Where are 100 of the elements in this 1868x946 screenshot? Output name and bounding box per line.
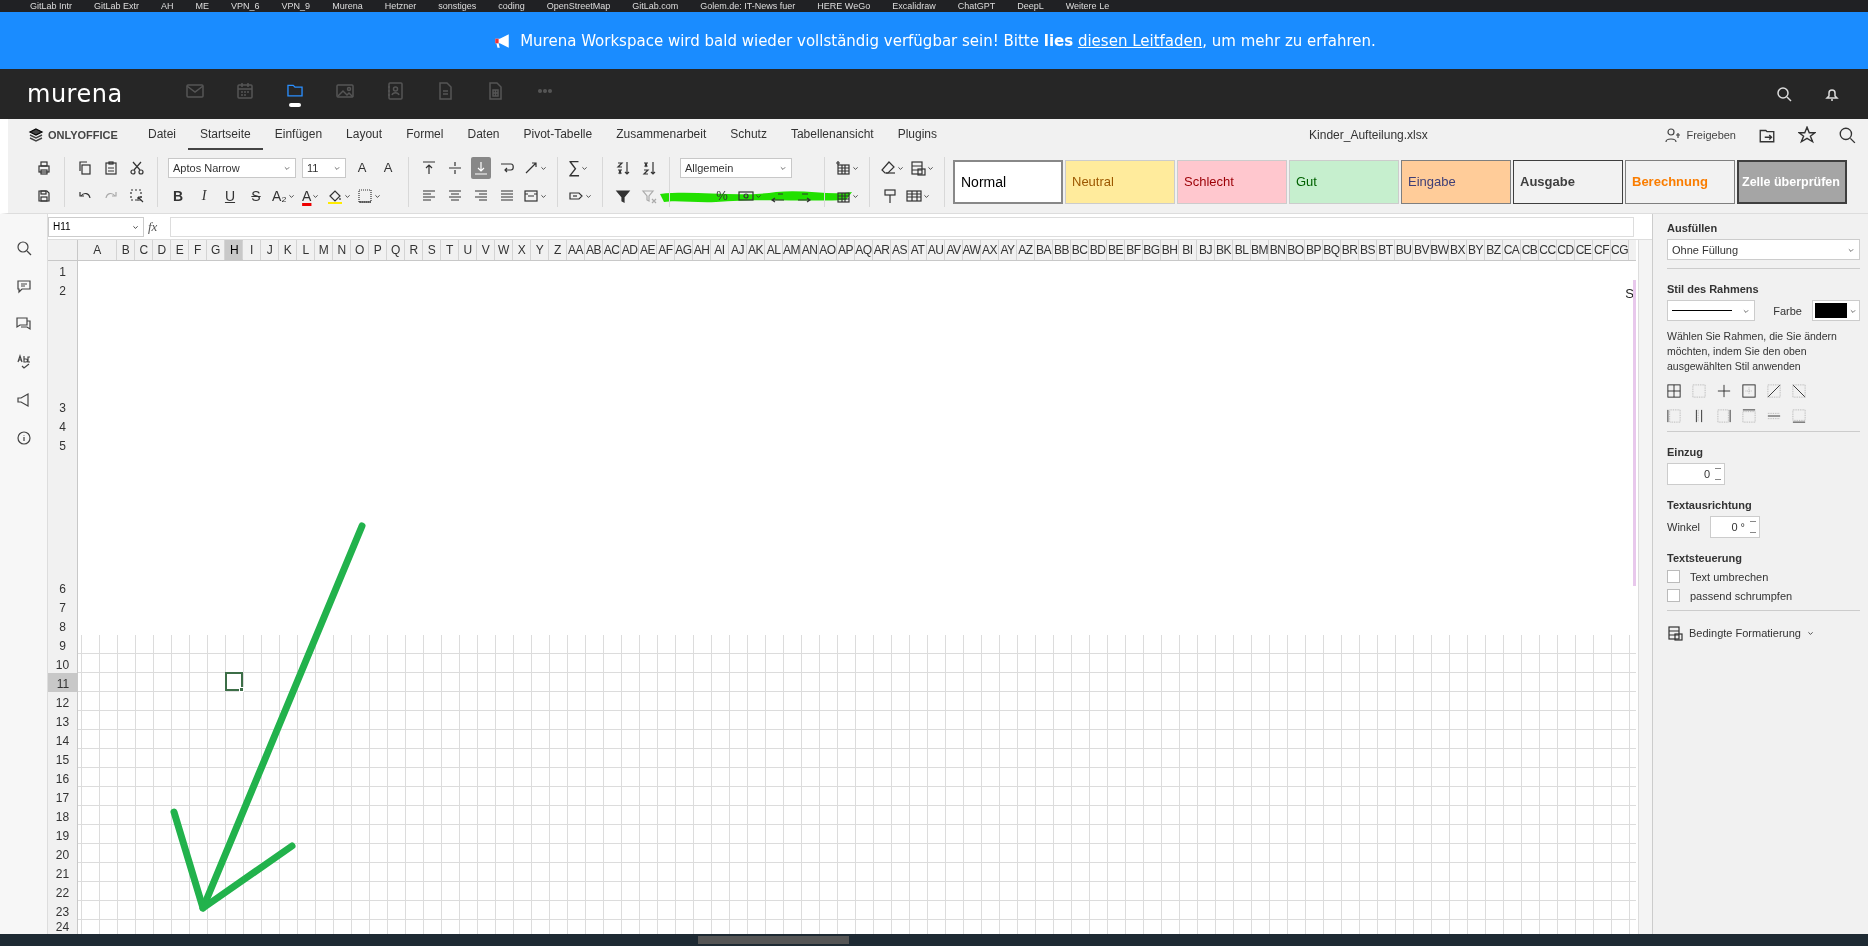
- column-header[interactable]: AB: [585, 240, 603, 260]
- column-header[interactable]: BW: [1431, 240, 1449, 260]
- scrollbar-thumb[interactable]: [698, 936, 849, 944]
- column-header[interactable]: CD: [1557, 240, 1575, 260]
- row-header[interactable]: 9: [48, 635, 78, 654]
- column-header[interactable]: AA: [567, 240, 585, 260]
- formula-input[interactable]: [170, 216, 1634, 237]
- cell-style[interactable]: Schlecht: [1177, 159, 1287, 204]
- underline-button[interactable]: U: [220, 184, 240, 207]
- selected-cell[interactable]: [225, 672, 243, 691]
- line-style-dropdown[interactable]: [1667, 300, 1756, 321]
- column-header[interactable]: AX: [981, 240, 999, 260]
- indent-spinner[interactable]: 0: [1667, 463, 1725, 485]
- diagonal-up-icon[interactable]: [1767, 384, 1781, 398]
- fill-dropdown[interactable]: Ohne Füllung: [1667, 239, 1860, 260]
- column-header[interactable]: BH: [1161, 240, 1179, 260]
- align-bottom-button[interactable]: [471, 156, 491, 179]
- row-header[interactable]: 16: [48, 768, 78, 787]
- column-header[interactable]: BX: [1449, 240, 1467, 260]
- column-header[interactable]: Z: [549, 240, 567, 260]
- column-header[interactable]: H: [225, 240, 243, 260]
- column-header[interactable]: J: [261, 240, 279, 260]
- column-header[interactable]: CB: [1521, 240, 1539, 260]
- function-button[interactable]: fx: [148, 218, 166, 235]
- column-header[interactable]: A: [78, 240, 117, 260]
- cell-style[interactable]: Ausgabe: [1513, 159, 1623, 204]
- column-header[interactable]: AW: [963, 240, 981, 260]
- column-header[interactable]: BV: [1413, 240, 1431, 260]
- bookmark[interactable]: sonstiges: [438, 0, 477, 12]
- row-header[interactable]: 14: [48, 730, 78, 749]
- column-header[interactable]: O: [351, 240, 369, 260]
- column-header[interactable]: BQ: [1323, 240, 1341, 260]
- column-header[interactable]: K: [279, 240, 297, 260]
- checkbox[interactable]: [1667, 589, 1680, 602]
- column-header[interactable]: CC: [1539, 240, 1557, 260]
- column-header[interactable]: BS: [1359, 240, 1377, 260]
- column-header[interactable]: BF: [1125, 240, 1143, 260]
- bookmark[interactable]: Golem.de: IT-News fuer: [700, 0, 796, 12]
- column-header[interactable]: P: [369, 240, 387, 260]
- cell-style[interactable]: Normal: [953, 159, 1063, 204]
- chat-icon[interactable]: [15, 316, 32, 332]
- column-header[interactable]: CF: [1593, 240, 1611, 260]
- column-header[interactable]: X: [513, 240, 531, 260]
- bookmark[interactable]: GitLab Intr: [30, 0, 73, 12]
- row-header[interactable]: 4: [48, 416, 78, 435]
- column-header[interactable]: BE: [1107, 240, 1125, 260]
- right-border-icon[interactable]: [1717, 409, 1731, 423]
- column-header[interactable]: AU: [927, 240, 945, 260]
- font-color-button[interactable]: A: [300, 184, 321, 207]
- column-header[interactable]: I: [243, 240, 261, 260]
- column-header[interactable]: C: [135, 240, 153, 260]
- column-header[interactable]: T: [441, 240, 459, 260]
- bookmark[interactable]: coding: [498, 0, 525, 12]
- row-header[interactable]: 18: [48, 806, 78, 825]
- italic-button[interactable]: I: [194, 184, 214, 207]
- cell-style[interactable]: Eingabe: [1401, 159, 1511, 204]
- star-icon[interactable]: [1798, 125, 1816, 144]
- menu-tab[interactable]: Schutz: [718, 119, 779, 150]
- column-header[interactable]: AQ: [855, 240, 873, 260]
- subscript-button[interactable]: A₂: [272, 184, 295, 207]
- column-header[interactable]: BR: [1341, 240, 1359, 260]
- bold-button[interactable]: B: [168, 184, 188, 207]
- column-header[interactable]: AC: [603, 240, 621, 260]
- column-header[interactable]: AE: [639, 240, 657, 260]
- row-header[interactable]: 7: [48, 597, 78, 616]
- row-header[interactable]: 15: [48, 749, 78, 768]
- row-header[interactable]: 21: [48, 863, 78, 882]
- menu-tab[interactable]: Pivot-Tabelle: [511, 119, 605, 150]
- column-header[interactable]: AS: [891, 240, 909, 260]
- column-header[interactable]: N: [333, 240, 351, 260]
- column-header[interactable]: E: [171, 240, 189, 260]
- bookmark[interactable]: Excalidraw: [892, 0, 936, 12]
- column-header[interactable]: F: [189, 240, 207, 260]
- info-icon[interactable]: [15, 430, 32, 446]
- column-header[interactable]: AI: [711, 240, 729, 260]
- column-header[interactable]: AY: [999, 240, 1017, 260]
- menu-tab[interactable]: Tabellenansicht: [778, 119, 886, 150]
- search-icon[interactable]: [15, 240, 32, 256]
- name-box[interactable]: H11: [48, 216, 144, 237]
- column-header[interactable]: BT: [1377, 240, 1395, 260]
- all-borders-icon[interactable]: [1667, 384, 1681, 398]
- column-header[interactable]: BJ: [1197, 240, 1215, 260]
- column-header[interactable]: L: [297, 240, 315, 260]
- bookmark[interactable]: GitLab Extr: [94, 0, 140, 12]
- inner-borders-icon[interactable]: [1717, 384, 1731, 398]
- column-header[interactable]: R: [405, 240, 423, 260]
- shrink-font-button[interactable]: A: [378, 156, 398, 179]
- bookmark[interactable]: Hetzner: [384, 0, 417, 12]
- font-size-dropdown[interactable]: 11: [302, 157, 346, 178]
- row-header[interactable]: 11: [48, 673, 78, 693]
- column-header[interactable]: BN: [1269, 240, 1287, 260]
- bookmark[interactable]: VPN_6: [231, 0, 260, 12]
- column-header[interactable]: U: [459, 240, 477, 260]
- row-header[interactable]: 24: [48, 920, 78, 934]
- column-header[interactable]: BA: [1035, 240, 1053, 260]
- row-header[interactable]: 10: [48, 654, 78, 673]
- column-header[interactable]: BC: [1071, 240, 1089, 260]
- column-header[interactable]: B: [117, 240, 135, 260]
- row-header[interactable]: 23: [48, 901, 78, 920]
- megaphone-icon[interactable]: [15, 392, 32, 408]
